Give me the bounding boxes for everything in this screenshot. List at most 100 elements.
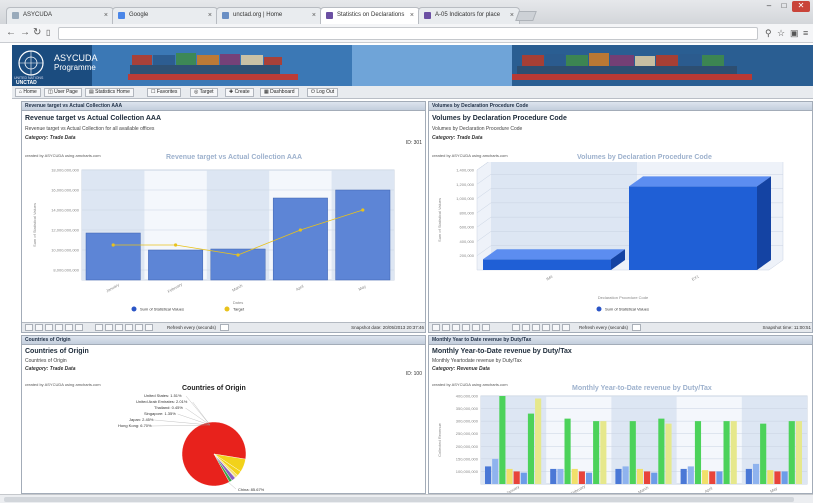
chart-icon[interactable] xyxy=(462,324,470,331)
refresh-icon[interactable] xyxy=(512,324,520,331)
banner-title: ASYCUDA xyxy=(54,53,98,63)
scrollbar-thumb[interactable] xyxy=(4,497,794,502)
next-page-icon[interactable] xyxy=(125,324,133,331)
prev-page-icon[interactable] xyxy=(532,324,540,331)
panel-header[interactable]: Volumes by Declaration Procedure Code xyxy=(429,102,812,111)
x-tick-label: February xyxy=(167,282,183,294)
menu-user-page[interactable]: ◫ User Page xyxy=(44,88,82,97)
back-icon[interactable]: ← xyxy=(6,27,16,39)
search-icon[interactable]: ⚲ xyxy=(765,27,772,39)
export-icon[interactable] xyxy=(472,324,480,331)
y-axis-label: Sum of Statistical Values xyxy=(32,203,37,247)
y-tick-label: 150,000,000 xyxy=(456,456,479,461)
panel-header[interactable]: Countries of Origin xyxy=(22,336,425,345)
menu-icon[interactable]: ≡ xyxy=(803,27,808,39)
close-window-icon[interactable]: ✕ xyxy=(792,1,810,12)
x-tick-label: January xyxy=(505,484,520,494)
new-tab-button[interactable] xyxy=(515,11,537,21)
horizontal-scrollbar[interactable] xyxy=(0,494,813,503)
refresh-label: Refresh every (seconds) xyxy=(579,325,629,330)
monthly-revenue-chart: 400,000,000 350,000,000 300,000,000 250,000… xyxy=(437,394,808,494)
bar-top xyxy=(483,249,625,260)
snapshot-status: Snapshot time: 11:00:51 xyxy=(762,325,811,330)
next-page-icon[interactable] xyxy=(542,324,550,331)
edit-icon[interactable] xyxy=(45,324,53,331)
menu-create[interactable]: ✚ Create xyxy=(225,88,254,97)
refresh-seconds-input[interactable] xyxy=(632,324,641,331)
reload-icon[interactable]: ↻ xyxy=(33,27,41,39)
asycuda-banner: ASYCUDA Programme UNITED NATIONS UNCTAD xyxy=(12,45,813,86)
refresh-seconds-input[interactable] xyxy=(220,324,229,331)
last-page-icon[interactable] xyxy=(552,324,560,331)
x-tick-label: EX1 xyxy=(691,273,701,281)
panel-header[interactable]: Monthly Year to Date revenue by Duty/Tax xyxy=(429,336,812,345)
x-tick-label: IM4 xyxy=(545,273,554,281)
menu-dashboard[interactable]: ▦ Dashboard xyxy=(260,88,299,97)
maximize-icon[interactable]: □ xyxy=(777,1,791,12)
menu-statistics-home[interactable]: ▤ Statistics Home xyxy=(85,88,134,97)
panel-subtitle: Volumes by Declaration Procedure Code xyxy=(432,126,523,132)
menu-home[interactable]: ⌂ Home xyxy=(15,88,41,97)
close-icon[interactable]: × xyxy=(104,8,108,23)
favicon-icon xyxy=(326,12,333,19)
first-page-icon[interactable] xyxy=(522,324,530,331)
bar xyxy=(622,466,629,484)
first-page-icon[interactable] xyxy=(105,324,113,331)
zoom-icon[interactable] xyxy=(562,324,570,331)
bar xyxy=(658,418,665,484)
bar xyxy=(520,472,527,484)
print-icon[interactable] xyxy=(432,324,440,331)
pie-leader xyxy=(192,401,211,426)
forward-icon[interactable]: → xyxy=(20,27,30,39)
print-icon[interactable] xyxy=(25,324,33,331)
menu-favorites[interactable]: ☐ Favorites xyxy=(147,88,182,97)
export-icon[interactable] xyxy=(65,324,73,331)
main-menu: ⌂ Home ◫ User Page ▤ Statistics Home ☐ F… xyxy=(12,86,813,99)
last-page-icon[interactable] xyxy=(135,324,143,331)
tab-google[interactable]: Google × xyxy=(112,7,218,24)
bar xyxy=(752,463,760,484)
legend-marker xyxy=(131,306,137,312)
bar xyxy=(578,471,585,484)
tab-statistics[interactable]: Statistics on Declarations × xyxy=(320,7,420,24)
address-bar-row: ← → ↻ ▯ ⚲ ☆ ▣ ≡ xyxy=(0,24,813,43)
star-icon[interactable]: ☆ xyxy=(777,27,785,39)
tab-indicators[interactable]: A-05 Indicators for place × xyxy=(418,7,520,24)
tab-unctad[interactable]: unctad.org | Home × xyxy=(216,7,322,24)
panel-header[interactable]: Revenue target vs Actual Collection AAA xyxy=(22,102,425,111)
panel-monthly-revenue: Monthly Year to Date revenue by Duty/Tax… xyxy=(428,335,813,494)
x-tick-label: April xyxy=(295,283,305,291)
chart-icon[interactable] xyxy=(55,324,63,331)
un-emblem-icon xyxy=(18,50,44,76)
extension-icon[interactable]: ▣ xyxy=(790,27,799,39)
banner-subtitle: Programme xyxy=(54,63,96,72)
bar xyxy=(85,232,141,281)
refresh-icon[interactable] xyxy=(95,324,103,331)
settings-icon[interactable] xyxy=(482,324,490,331)
menu-log-out[interactable]: ⏻ Log Out xyxy=(307,88,339,97)
chart-title: Revenue target vs Actual Collection AAA xyxy=(166,154,303,161)
y-tick-label: 100,000,000 xyxy=(456,469,479,474)
settings-icon[interactable] xyxy=(75,324,83,331)
volumes-chart: 1,400,000 1,200,000 1,000,000 800,000 600,00… xyxy=(437,162,784,312)
url-input[interactable] xyxy=(58,27,758,40)
panel-countries: Countries of Origin Countries of Origin … xyxy=(21,335,426,494)
prev-page-icon[interactable] xyxy=(115,324,123,331)
revenue-chart: 18,000,000,000 16,000,000,000 14,000,000,0… xyxy=(32,168,395,312)
minimize-icon[interactable]: ‒ xyxy=(762,1,776,12)
table-icon[interactable] xyxy=(442,324,450,331)
bar xyxy=(272,197,328,281)
zoom-icon[interactable] xyxy=(145,324,153,331)
x-tick-label: April xyxy=(704,485,714,493)
close-icon[interactable]: × xyxy=(208,8,212,23)
close-icon[interactable]: × xyxy=(410,8,414,23)
bar xyxy=(795,421,802,484)
bar xyxy=(767,470,774,484)
menu-target[interactable]: ◎ Target xyxy=(190,88,218,97)
edit-icon[interactable] xyxy=(452,324,460,331)
close-icon[interactable]: × xyxy=(510,8,514,23)
close-icon[interactable]: × xyxy=(312,8,316,23)
tab-asycuda[interactable]: ASYCUDA × xyxy=(6,7,114,24)
legend-marker xyxy=(224,306,230,312)
table-icon[interactable] xyxy=(35,324,43,331)
